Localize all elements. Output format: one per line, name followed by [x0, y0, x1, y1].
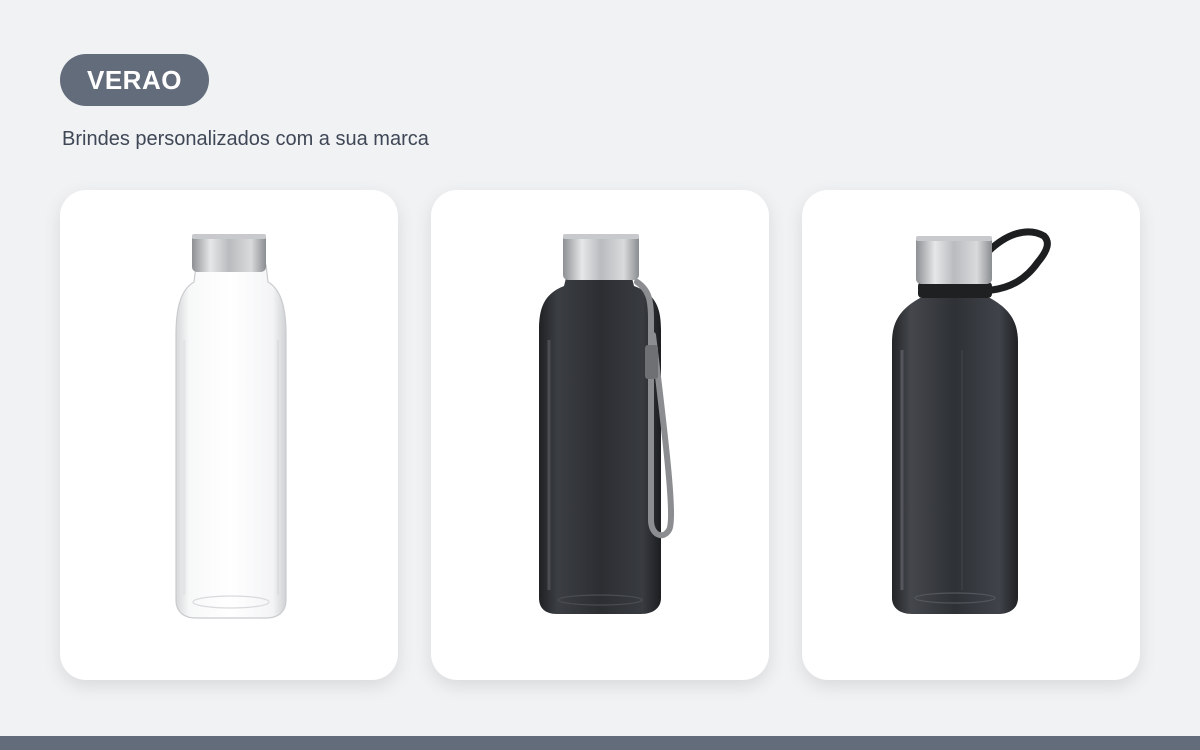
dark-bottle-image [539, 234, 674, 614]
page-subtitle: Brindes personalizados com a sua marca [62, 128, 429, 150]
clear-glass-bottle-image [175, 234, 287, 619]
category-badge[interactable]: VERAO [60, 54, 209, 106]
smoke-bottle-image [892, 228, 1051, 614]
footer-bar [0, 736, 1200, 750]
product-card-clear-bottle[interactable] [60, 190, 398, 680]
product-card-dark-bottle[interactable] [431, 190, 769, 680]
product-card-smoke-bottle[interactable] [802, 190, 1140, 680]
